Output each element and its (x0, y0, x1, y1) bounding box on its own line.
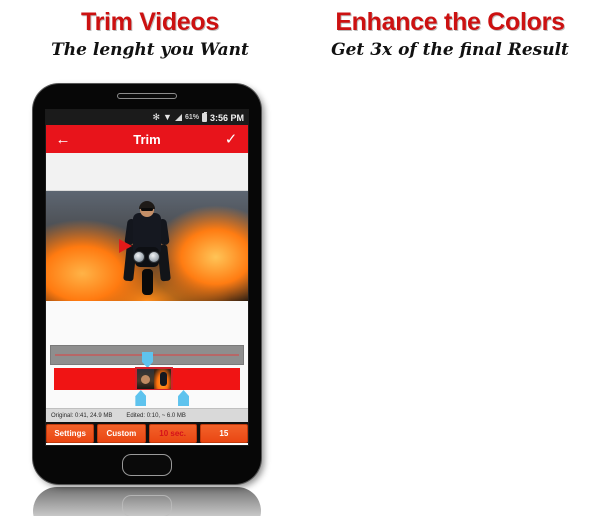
home-button-reflection (122, 495, 172, 516)
earpiece-speaker-icon (117, 93, 177, 99)
sunglasses (141, 208, 153, 211)
preview-spacer (46, 301, 248, 345)
phone-reflection-left (33, 487, 261, 516)
front-wheel (142, 269, 153, 295)
playhead-handle[interactable] (142, 352, 153, 368)
custom-button[interactable]: Custom (97, 424, 146, 443)
trim-start-handle[interactable] (135, 390, 147, 406)
duration-15sec-button[interactable]: 15 (199, 424, 248, 443)
clock-label: 3:56 PM (209, 112, 244, 123)
panel-trim-videos: Trim Videos The lenght you Want ✻ ▼ 61% … (0, 0, 300, 516)
battery-icon (201, 112, 207, 122)
toolbar-title: Trim (133, 131, 161, 147)
thumbnail-frame-a (137, 369, 155, 389)
original-info-label: Original: 0:41, 24.9 MB (51, 412, 113, 419)
video-preview[interactable] (46, 191, 248, 301)
trim-range-bar[interactable] (54, 367, 240, 391)
play-icon[interactable] (119, 239, 132, 253)
android-status-bar: ✻ ▼ 61% 3:56 PM (46, 110, 248, 125)
thumbnail-frame-b (154, 369, 172, 389)
checkmark-icon[interactable]: ✓ (222, 132, 240, 147)
duration-options-row: Settings Custom 10 sec. 15 (46, 422, 248, 443)
page-title-right: Enhance the Colors (335, 8, 565, 36)
headlamp-right (148, 251, 160, 263)
trim-thumbnail (135, 367, 174, 391)
duration-10sec-button[interactable]: 10 sec. (148, 424, 197, 443)
signal-icon (174, 114, 182, 121)
app-toolbar-trim: ← Trim ✓ (46, 125, 248, 153)
headlamp-left (133, 251, 145, 263)
trim-timeline (46, 345, 248, 408)
clip-info-bar: Original: 0:41, 24.9 MB Edited: 0:10, ~ … (46, 408, 248, 422)
back-arrow-icon[interactable]: ← (54, 132, 72, 147)
battery-percent-label: 61% (184, 114, 199, 121)
trim-handles-row (50, 390, 244, 408)
poster-page: Trim Videos The lenght you Want ✻ ▼ 61% … (0, 0, 600, 516)
page-subtitle-right: Get 3x of the final Result (331, 40, 569, 60)
seek-bar[interactable] (50, 345, 244, 368)
home-button[interactable] (122, 454, 172, 476)
trim-end-handle[interactable] (178, 390, 190, 406)
panel-enhance-colors: Enhance the Colors Get 3x of the final R… (300, 0, 600, 516)
settings-button[interactable]: Settings (46, 424, 95, 443)
edited-info-label: Edited: 0:10, ~ 6.0 MB (126, 412, 186, 419)
phone-screen-left: ✻ ▼ 61% 3:56 PM ← Trim ✓ Original: 0:41,… (45, 109, 249, 446)
toolbar-subpanel (46, 153, 248, 191)
phone-device-left: ✻ ▼ 61% 3:56 PM ← Trim ✓ Original: 0:41,… (33, 84, 261, 484)
bluetooth-icon: ✻ (152, 112, 161, 122)
page-title-left: Trim Videos (81, 8, 219, 36)
page-subtitle-left: The lenght you Want (51, 40, 249, 60)
wifi-icon: ▼ (163, 112, 172, 122)
